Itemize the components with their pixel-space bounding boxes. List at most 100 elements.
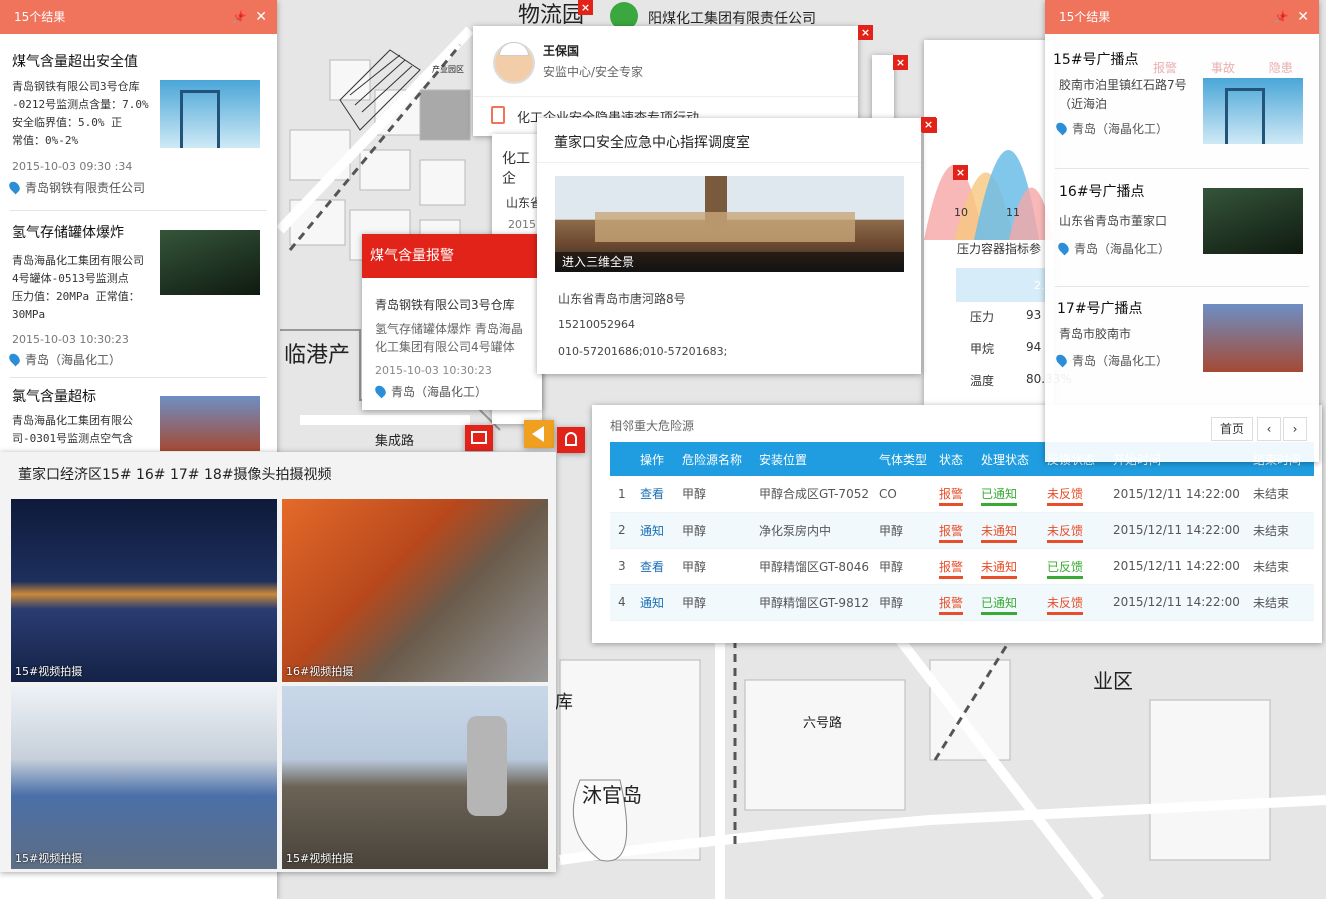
speaker-button[interactable] [524, 420, 554, 448]
list-item-location: 青岛（海晶化工） [1072, 122, 1169, 136]
list-item-address: 山东省青岛市董家口 [1059, 214, 1168, 228]
list-item-title: 氯气含量超标 [12, 389, 96, 405]
list-item-title: 煤气含量超出安全值 [12, 54, 138, 70]
command-close-icon[interactable]: × [921, 117, 936, 132]
chart-tick: 11 [1006, 206, 1020, 219]
chart-close-icon[interactable]: × [953, 165, 968, 180]
window-close-icon[interactable]: × [893, 55, 908, 70]
list-item-address: 胶南市泊里镇红石路7号（近海泊 [1059, 78, 1187, 111]
gas-type: 甲醇 [871, 584, 931, 621]
legend-item: 隐患 [1268, 61, 1293, 75]
list-item-title: 氢气存储罐体爆炸 [12, 225, 124, 241]
install-position: 甲醇精馏区GT-9812 [751, 584, 871, 621]
process-status: 未通知 [981, 523, 1018, 543]
close-icon[interactable]: ✕ [1297, 0, 1309, 34]
install-position: 甲醇合成区GT-7052 [751, 476, 871, 513]
list-item-location: 青岛钢铁有限责任公司 [25, 181, 146, 195]
status-badge: 报警 [939, 487, 964, 507]
video-tile[interactable]: 15#视频拍摄 [11, 499, 277, 682]
column-header: 状态 [931, 442, 973, 476]
list-item-title: 17#号广播点 [1057, 301, 1143, 317]
video-tile[interactable]: 15#视频拍摄 [11, 686, 277, 869]
expert-close-icon[interactable]: × [858, 25, 873, 40]
status-badge: 报警 [939, 559, 964, 579]
list-item-desc: 常值：0%-2% [12, 134, 79, 147]
behind-card-text: 2015 [508, 218, 536, 231]
alarm-location: 青岛（海晶化工） [391, 385, 488, 399]
pressure-panel-title: 压力容器指标参 [957, 242, 1042, 256]
column-header: 安装位置 [751, 442, 871, 476]
prev-page-button[interactable]: ‹ [1257, 417, 1281, 441]
gas-type: 甲醇 [871, 548, 931, 585]
location-pin-icon [1054, 120, 1069, 136]
status-badge: 报警 [939, 595, 964, 615]
pressure-panel: 10 11 压力容器指标参 2.11 压力 93 甲烷 94 温度 80.33% [924, 40, 1072, 405]
right-result-panel: 15个结果 📌 ✕ 报警 事故 隐患 15#号广播点 胶南市泊里镇红石路7号（近… [1045, 0, 1319, 462]
list-item-image [1203, 188, 1303, 254]
map-label-liuhao: 六号路 [803, 715, 842, 730]
close-icon[interactable]: ✕ [255, 0, 267, 34]
hazard-name: 甲醇 [674, 512, 751, 549]
column-header: 气体类型 [871, 442, 931, 476]
map-label-jicheng: 集成路 [375, 433, 414, 448]
video-tile[interactable]: 16#视频拍摄 [282, 499, 548, 682]
map-label-lingang: 临港产 [284, 342, 350, 367]
list-item-desc: 青岛海晶化工集团有限公司 [12, 254, 144, 267]
company-close-icon[interactable]: × [578, 0, 593, 15]
alarm-time: 2015-10-03 10:30:23 [375, 364, 492, 377]
next-page-button[interactable]: › [1283, 417, 1307, 441]
row-label: 甲烷 [970, 342, 995, 356]
list-item-desc: 安全临界值：5.0% 正 [12, 116, 123, 129]
command-card: 董家口安全应急中心指挥调度室 进入三维全景 山东省青岛市唐河路8号 152100… [537, 118, 921, 374]
list-item-location: 青岛（海晶化工） [1072, 354, 1169, 368]
view-link[interactable]: 查看 [640, 560, 664, 574]
install-position: 净化泵房内中 [751, 512, 871, 549]
list-item-location: 青岛（海晶化工） [25, 353, 122, 367]
alarm-button[interactable] [557, 427, 585, 453]
row-number: 3 [610, 548, 632, 585]
image-button[interactable] [465, 425, 493, 451]
row-label: 温度 [970, 374, 995, 388]
start-time: 2015/12/11 14:22:00 [1105, 584, 1245, 621]
location-pin-icon [1056, 240, 1071, 256]
command-phone: 15210052964 [558, 318, 635, 331]
video-panel: 董家口经济区15# 16# 17# 18#摄像头拍摄视频 15#视频拍摄 16#… [0, 452, 556, 872]
video-label: 15#视频拍摄 [15, 665, 83, 678]
row-number: 1 [610, 476, 632, 513]
list-item-image [160, 396, 260, 451]
legend: 报警 事故 隐患 [1153, 59, 1293, 76]
expert-name: 王保国 [543, 44, 580, 58]
table-row: 2 通知 甲醇 净化泵房内中 甲醇 报警 未通知 未反馈 2015/12/11 … [610, 512, 1314, 549]
panorama-label: 进入三维全景 [562, 255, 635, 269]
table-row: 1 查看 甲醇 甲醇合成区GT-7052 CO 报警 已通知 未反馈 2015/… [610, 476, 1314, 513]
view-link[interactable]: 查看 [640, 487, 664, 501]
panorama-image[interactable]: 进入三维全景 [555, 176, 904, 272]
location-pin-icon [7, 179, 22, 195]
process-status: 已通知 [981, 595, 1018, 615]
legend-item: 报警 [1153, 61, 1178, 75]
feedback-status: 未反馈 [1047, 595, 1084, 615]
alarm-company: 青岛钢铁有限公司3号仓库 [375, 298, 515, 312]
table-row: 3 查看 甲醇 甲醇精馏区GT-8046 甲醇 报警 未通知 已反馈 2015/… [610, 548, 1314, 585]
column-header: 操作 [632, 442, 674, 476]
video-tile[interactable]: 15#视频拍摄 [282, 686, 548, 869]
right-panel-header: 15个结果 📌 ✕ [1045, 0, 1319, 34]
list-item-desc: 司-0301号监测点空气含 [12, 432, 134, 445]
list-item-title: 16#号广播点 [1059, 184, 1145, 200]
company-title: 阳煤化工集团有限责任公司 [648, 11, 816, 27]
gas-type: CO [871, 476, 931, 513]
end-time: 未结束 [1245, 584, 1314, 621]
pin-icon[interactable]: 📌 [1274, 0, 1289, 34]
list-item-location: 青岛（海晶化工） [1074, 242, 1171, 256]
pin-icon[interactable]: 📌 [232, 0, 247, 34]
start-time: 2015/12/11 14:22:00 [1105, 548, 1245, 585]
end-time: 未结束 [1245, 476, 1314, 513]
notify-link[interactable]: 通知 [640, 524, 664, 538]
map-label-wuliuyuan: 物流园 [518, 2, 584, 27]
first-page-button[interactable]: 首页 [1211, 417, 1253, 441]
left-panel-header: 15个结果 📌 ✕ [0, 0, 277, 34]
command-tel: 010-57201686;010-57201683; [558, 345, 728, 358]
notify-link[interactable]: 通知 [640, 596, 664, 610]
feedback-status: 未反馈 [1047, 487, 1084, 507]
risk-table: 操作 危险源名称 安装位置 气体类型 状态 处理状态 反馈状态 开始时间 结束时… [610, 442, 1314, 621]
